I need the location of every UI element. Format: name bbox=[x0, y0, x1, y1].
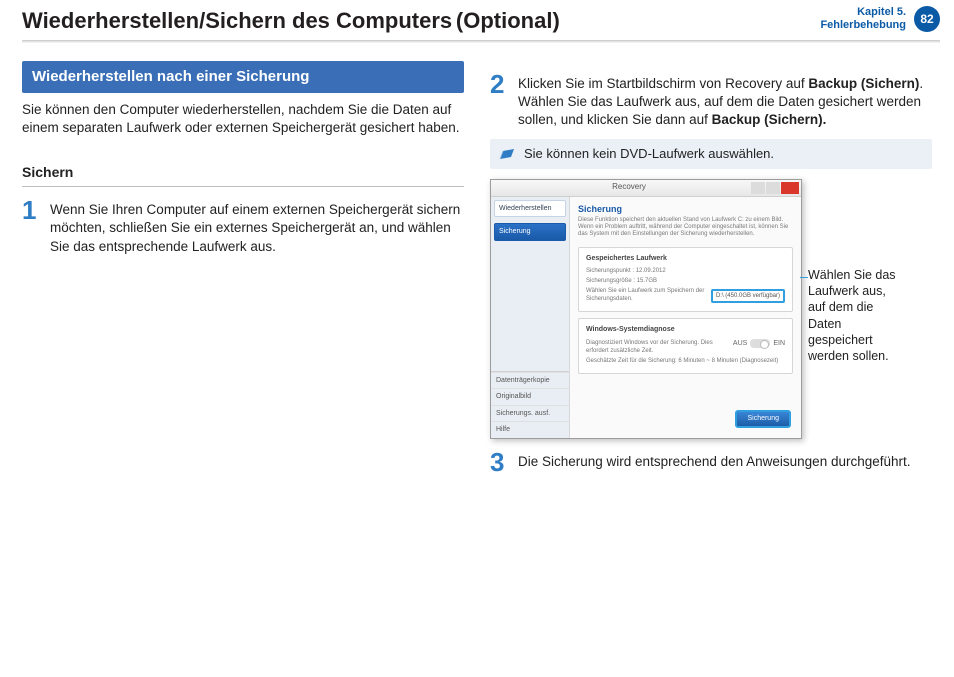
pane-heading: Sicherung bbox=[578, 203, 793, 215]
step-1-text: Wenn Sie Ihren Computer auf einem extern… bbox=[50, 197, 464, 256]
pane-subtext: Diese Funktion speichert den aktuellen S… bbox=[578, 217, 793, 239]
step-number-1: 1 bbox=[22, 197, 42, 256]
subhead-sichern: Sichern bbox=[22, 163, 464, 182]
sidebar-item-runbackup[interactable]: Sicherungs. ausf. bbox=[491, 405, 569, 421]
note-icon bbox=[498, 146, 516, 162]
sidebar-item-backup[interactable]: Sicherung bbox=[494, 223, 566, 240]
step-2-bold1: Backup (Sichern) bbox=[808, 76, 919, 91]
section-heading-restore: Wiederherstellen nach einer Sicherung bbox=[22, 61, 464, 93]
drive-select[interactable]: D:\ (450.0GB verfügbar) bbox=[711, 289, 785, 303]
step-3-text: Die Sicherung wird entsprechend den Anwe… bbox=[518, 449, 932, 475]
title-optional: (Optional) bbox=[456, 8, 560, 33]
maximize-icon[interactable] bbox=[766, 182, 780, 194]
intro-paragraph: Sie können den Computer wiederherstellen… bbox=[22, 101, 464, 137]
step-2-text: Klicken Sie im Startbildschirm von Recov… bbox=[518, 71, 932, 130]
step-number-2: 2 bbox=[490, 71, 510, 130]
page-title: Wiederherstellen/Sichern des Computers (… bbox=[22, 6, 560, 36]
panel-diag-heading: Windows-Systemdiagnose bbox=[586, 325, 785, 334]
backup-button[interactable]: Sicherung bbox=[735, 410, 791, 427]
step-number-3: 3 bbox=[490, 449, 510, 475]
step-2a: Klicken Sie im Startbildschirm von Recov… bbox=[518, 76, 808, 91]
note-text: Sie können kein DVD-Laufwerk auswählen. bbox=[524, 145, 774, 163]
chapter-line1: Kapitel 5. bbox=[820, 6, 906, 19]
callout-drive: Wählen Sie das Laufwerk aus, auf dem die… bbox=[808, 179, 904, 365]
sidebar-item-original[interactable]: Originalbild bbox=[491, 388, 569, 404]
sidebar-item-help[interactable]: Hilfe bbox=[491, 421, 569, 437]
step-2c: . bbox=[919, 76, 923, 91]
step-2-bold2: Backup (Sichern). bbox=[712, 112, 827, 127]
panel-drive: Gespeichertes Laufwerk Sicherungspunkt :… bbox=[578, 247, 793, 313]
thin-rule bbox=[22, 186, 464, 187]
window-title: Recovery bbox=[507, 182, 751, 193]
close-icon[interactable] bbox=[781, 182, 799, 194]
panel-drive-line2: Sicherungsgröße : 15.7GB bbox=[586, 277, 785, 285]
toggle-on-label: EIN bbox=[773, 339, 785, 348]
minimize-icon[interactable] bbox=[751, 182, 765, 194]
step-3: 3 Die Sicherung wird entsprechend den An… bbox=[490, 449, 932, 475]
sidebar-item-restore[interactable]: Wiederherstellen bbox=[494, 200, 566, 217]
main-pane: Sicherung Diese Funktion speichert den a… bbox=[570, 197, 801, 438]
recovery-window: Recovery Wiederherstellen Sicherung Date… bbox=[490, 179, 802, 439]
sidebar-item-diskcopy[interactable]: Datenträgerkopie bbox=[491, 372, 569, 388]
title-main: Wiederherstellen/Sichern des Computers bbox=[22, 8, 452, 33]
chapter-line2: Fehlerbehebung bbox=[820, 19, 906, 32]
panel-diag: Windows-Systemdiagnose AUS EIN Diagnosti… bbox=[578, 318, 793, 374]
sidebar: Wiederherstellen Sicherung Datenträgerko… bbox=[491, 197, 570, 438]
step-1: 1 Wenn Sie Ihren Computer auf einem exte… bbox=[22, 197, 464, 256]
toggle-off-label: AUS bbox=[733, 339, 747, 348]
chapter-label: Kapitel 5. Fehlerbehebung bbox=[820, 6, 906, 31]
sidebar-bottom: Datenträgerkopie Originalbild Sicherungs… bbox=[491, 371, 569, 438]
diag-toggle[interactable]: AUS EIN bbox=[733, 339, 785, 348]
page-number-badge: 82 bbox=[914, 6, 940, 32]
window-titlebar: Recovery bbox=[491, 180, 801, 197]
step-2: 2 Klicken Sie im Startbildschirm von Rec… bbox=[490, 71, 932, 130]
panel-diag-line2: Geschätzte Zeit für die Sicherung: 6 Min… bbox=[586, 357, 785, 365]
toggle-switch-icon[interactable] bbox=[750, 339, 770, 348]
panel-drive-line1: Sicherungspunkt : 12.09.2012 bbox=[586, 267, 785, 275]
panel-drive-heading: Gespeichertes Laufwerk bbox=[586, 254, 785, 263]
note-box: Sie können kein DVD-Laufwerk auswählen. bbox=[490, 139, 932, 169]
